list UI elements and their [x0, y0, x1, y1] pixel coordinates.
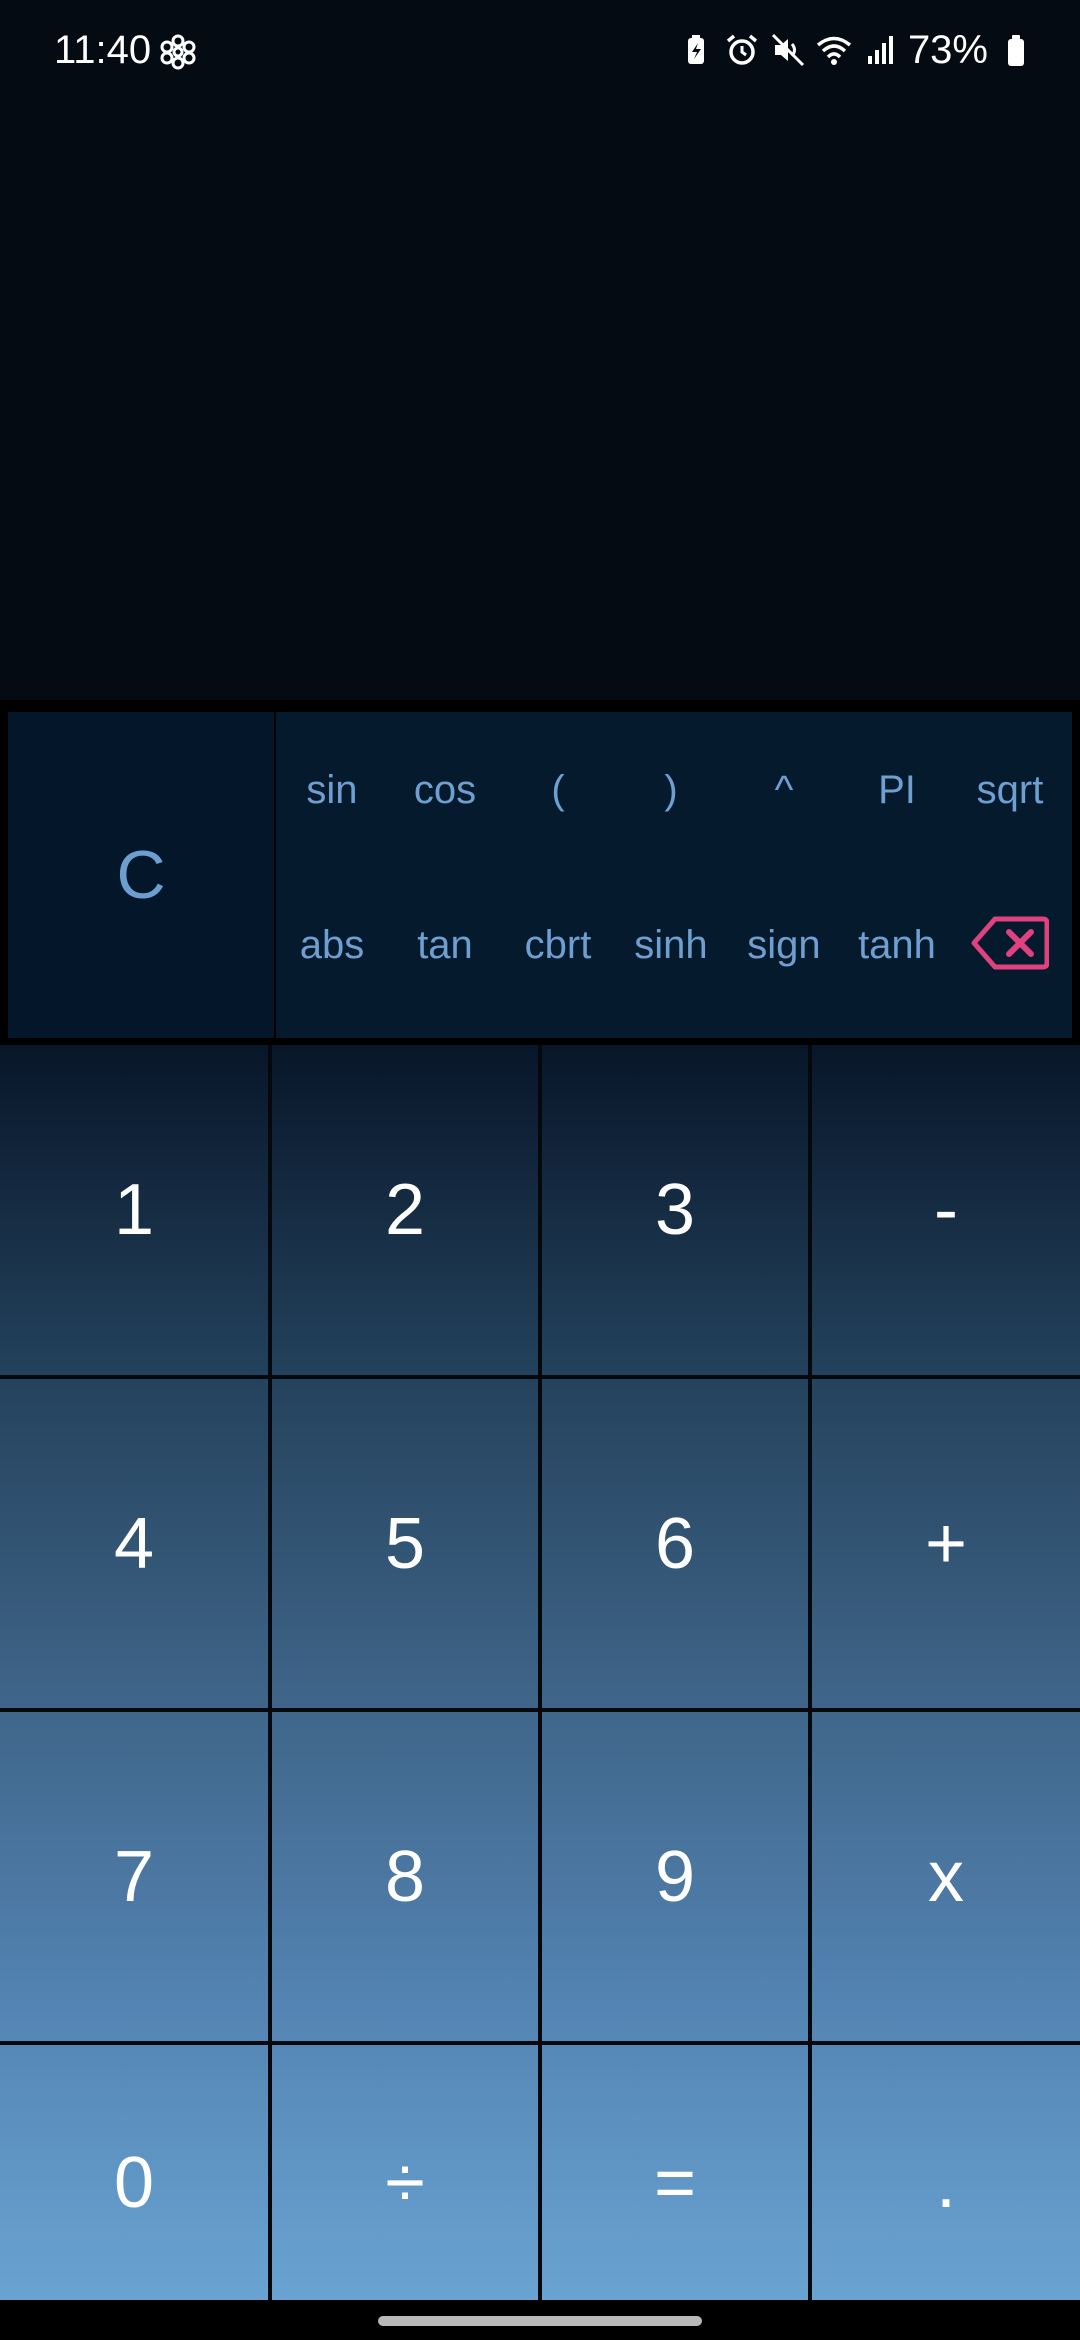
- key-decimal[interactable]: .: [812, 2045, 1080, 2300]
- pi-button[interactable]: PI: [841, 750, 953, 830]
- key-7[interactable]: 7: [0, 1712, 268, 2041]
- keypad-divider: [0, 1375, 1080, 1379]
- key-3[interactable]: 3: [542, 1045, 808, 1375]
- key-5[interactable]: 5: [272, 1379, 538, 1708]
- wifi-icon: [816, 36, 852, 65]
- power-button[interactable]: ^: [728, 750, 840, 830]
- key-2[interactable]: 2: [272, 1045, 538, 1375]
- func-tanh-button[interactable]: tanh: [841, 905, 953, 985]
- keypad-divider: [0, 1708, 1080, 1712]
- keypad-divider: [538, 1045, 542, 2300]
- func-cbrt-button[interactable]: cbrt: [502, 905, 614, 985]
- home-indicator[interactable]: [378, 2316, 702, 2326]
- battery-saver-icon: [687, 35, 704, 64]
- func-cos-button[interactable]: cos: [389, 750, 501, 830]
- func-sin-button[interactable]: sin: [276, 750, 388, 830]
- open-paren-button[interactable]: (: [502, 750, 614, 830]
- key-6[interactable]: 6: [542, 1379, 808, 1708]
- func-abs-button[interactable]: abs: [276, 905, 388, 985]
- key-equals[interactable]: =: [542, 2045, 808, 2300]
- clear-button[interactable]: C: [8, 712, 274, 1038]
- function-grid: sin cos ( ) ^ PI sqrt abs tan cbrt sinh …: [276, 712, 1072, 1038]
- alarm-icon: [726, 34, 758, 65]
- keypad-divider: [268, 1045, 272, 2300]
- signal-icon: [867, 36, 893, 64]
- battery-percent: 73%: [907, 28, 988, 72]
- keypad: 1 2 3 - 4 5 6 + 7 8 9 x 0 ÷ = .: [0, 1045, 1080, 2300]
- key-plus[interactable]: +: [812, 1379, 1080, 1708]
- key-divide[interactable]: ÷: [272, 2045, 538, 2300]
- func-sinh-button[interactable]: sinh: [615, 905, 727, 985]
- key-1[interactable]: 1: [0, 1045, 268, 1375]
- key-9[interactable]: 9: [542, 1712, 808, 2041]
- backspace-icon[interactable]: [954, 903, 1066, 983]
- navigation-bar: [0, 2300, 1080, 2340]
- battery-icon: [1008, 35, 1024, 66]
- scientific-panel: C sin cos ( ) ^ PI sqrt abs tan cbrt sin…: [0, 700, 1080, 1047]
- key-multiply[interactable]: x: [812, 1712, 1080, 2041]
- keypad-divider: [0, 2041, 1080, 2045]
- flower-icon: [160, 34, 196, 70]
- func-sign-button[interactable]: sign: [728, 905, 840, 985]
- key-8[interactable]: 8: [272, 1712, 538, 2041]
- key-minus[interactable]: -: [812, 1045, 1080, 1375]
- mute-icon: [771, 33, 804, 67]
- keypad-divider: [808, 1045, 812, 2300]
- key-4[interactable]: 4: [0, 1379, 268, 1708]
- status-bar: 11:40 73%: [0, 0, 1080, 100]
- calculator-screen: 11:40 73% C sin cos () ^ PI sqrt abs ta…: [0, 0, 1080, 2340]
- func-sqrt-button[interactable]: sqrt: [954, 750, 1066, 830]
- func-tan-button[interactable]: tan: [389, 905, 501, 985]
- status-icons: 73%: [678, 26, 1034, 74]
- status-time: 11:40: [54, 28, 152, 72]
- result-display: [0, 100, 1080, 700]
- close-paren-button[interactable]: ): [615, 750, 727, 830]
- key-0[interactable]: 0: [0, 2045, 268, 2300]
